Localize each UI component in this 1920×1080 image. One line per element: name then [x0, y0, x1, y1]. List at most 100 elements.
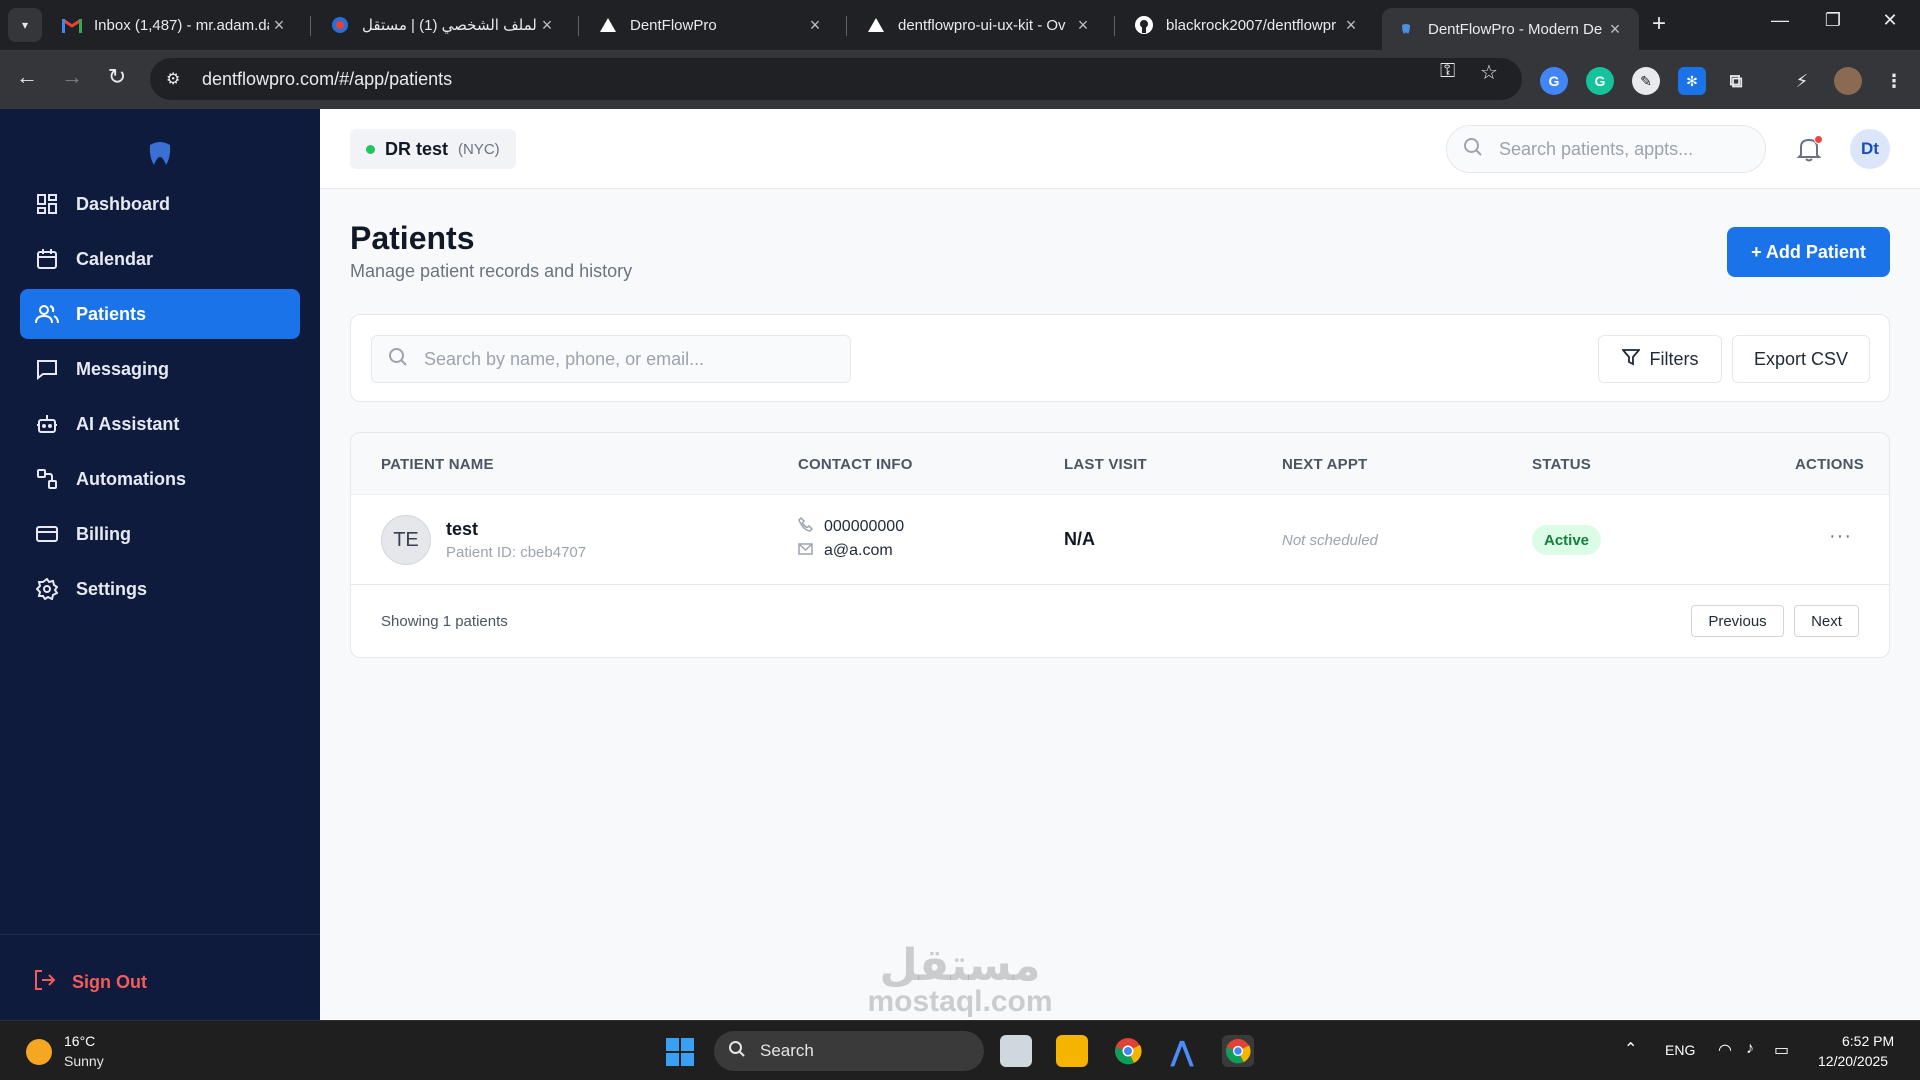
url-text[interactable]: dentflowpro.com/#/app/patients: [202, 69, 452, 90]
column-header-patient-name[interactable]: PATIENT NAME: [381, 456, 494, 473]
watermark-domain: mostaql.com: [867, 985, 1053, 1018]
forward-icon[interactable]: →: [57, 64, 87, 90]
global-search-input[interactable]: [1499, 138, 1749, 160]
tray-expand-icon[interactable]: ⌃: [1624, 1039, 1637, 1059]
browser-tab[interactable]: dentflowpro-ui-ux-kit - Ov ×: [852, 8, 1107, 42]
sidebar-item-patients[interactable]: Patients: [20, 289, 300, 339]
app-a-icon[interactable]: ⋀: [1166, 1035, 1198, 1067]
clock-date[interactable]: 12/20/2025: [1818, 1053, 1888, 1069]
user-avatar[interactable]: Dt: [1850, 129, 1890, 169]
browser-menu-icon[interactable]: ⋮: [1880, 67, 1908, 95]
close-icon[interactable]: ×: [269, 15, 289, 36]
patient-name[interactable]: test: [446, 519, 478, 540]
sun-weather-icon[interactable]: [26, 1039, 52, 1065]
site-info-icon[interactable]: ⚙: [166, 69, 188, 89]
column-header-last-visit[interactable]: LAST VISIT: [1064, 456, 1147, 473]
minimize-icon[interactable]: —: [1760, 10, 1800, 31]
table-header: PATIENT NAME CONTACT INFO LAST VISIT NEX…: [351, 433, 1889, 495]
close-icon[interactable]: ×: [1073, 15, 1093, 36]
status-badge: Active: [1532, 525, 1602, 555]
browser-tab[interactable]: DentFlowPro ×: [584, 8, 839, 42]
sidebar-item-ai-assistant[interactable]: AI Assistant: [20, 399, 300, 449]
add-patient-button[interactable]: + Add Patient: [1727, 227, 1890, 277]
gmail-icon: [62, 15, 82, 35]
sidebar-item-calendar[interactable]: Calendar: [20, 234, 300, 284]
grammarly-extension-icon[interactable]: G: [1586, 67, 1614, 95]
next-page-button[interactable]: Next: [1794, 605, 1859, 637]
sidebar-item-dashboard[interactable]: Dashboard: [20, 179, 300, 229]
chrome-icon[interactable]: [1112, 1035, 1144, 1067]
tab-title: dentflowpro-ui-ux-kit - Ov: [898, 16, 1066, 34]
sidebar-item-settings[interactable]: Settings: [20, 564, 300, 614]
close-icon[interactable]: ×: [1341, 15, 1361, 36]
patient-search[interactable]: [371, 335, 851, 383]
column-header-contact-info[interactable]: CONTACT INFO: [798, 456, 913, 473]
windows-start-icon[interactable]: [666, 1038, 694, 1066]
browser-tab[interactable]: Inbox (1,487) - mr.adam.da ×: [48, 8, 303, 42]
patient-id: Patient ID: cbeb4707: [446, 544, 587, 561]
profile-avatar-icon[interactable]: [1834, 67, 1862, 95]
back-icon[interactable]: ←: [12, 64, 42, 90]
extension-icon[interactable]: ✎: [1632, 67, 1660, 95]
extensions-puzzle-icon[interactable]: ⧉: [1722, 67, 1750, 95]
global-search[interactable]: [1446, 125, 1766, 173]
performance-icon[interactable]: ⚡: [1788, 67, 1816, 95]
filters-button[interactable]: Filters: [1598, 335, 1722, 383]
bookmark-star-icon[interactable]: ☆: [1480, 60, 1498, 85]
clinic-selector[interactable]: DR test (NYC): [350, 129, 516, 169]
sidebar-item-automations[interactable]: Automations: [20, 454, 300, 504]
pagination-summary: Showing 1 patients: [381, 613, 508, 630]
tab-search-button[interactable]: ▾: [8, 8, 42, 42]
vercel-icon: [598, 15, 618, 35]
tab-divider: [578, 16, 579, 36]
close-icon[interactable]: ×: [805, 15, 825, 36]
column-header-next-appt[interactable]: NEXT APPT: [1282, 456, 1367, 473]
column-header-status[interactable]: STATUS: [1532, 456, 1591, 473]
export-csv-button[interactable]: Export CSV: [1732, 335, 1870, 383]
browser-tab[interactable]: الملف الشخصي (1) | مستقل ×: [316, 8, 571, 42]
file-explorer-icon[interactable]: [1056, 1035, 1088, 1067]
restore-icon[interactable]: ❐: [1813, 10, 1853, 31]
window-close-icon[interactable]: ✕: [1870, 10, 1910, 31]
new-tab-button[interactable]: +: [1652, 10, 1666, 38]
clinic-location: (NYC): [458, 140, 500, 158]
tab-title: DentFlowPro - Modern De: [1428, 20, 1603, 38]
sidebar-divider: [0, 934, 320, 935]
chrome-profile-icon[interactable]: [1222, 1035, 1254, 1067]
task-view-icon[interactable]: [1000, 1035, 1032, 1067]
phone-value: 000000000: [824, 518, 905, 535]
tab-divider: [310, 16, 311, 36]
close-icon[interactable]: ×: [537, 15, 557, 36]
wifi-icon[interactable]: ◠: [1718, 1040, 1732, 1060]
address-bar[interactable]: ⚙ dentflowpro.com/#/app/patients: [150, 58, 1522, 100]
table-row[interactable]: TE test Patient ID: cbeb4707 000000000 a…: [351, 495, 1889, 585]
search-icon: [1463, 137, 1485, 162]
clock-time[interactable]: 6:52 PM: [1842, 1033, 1894, 1049]
tooth-logo-icon: [149, 142, 171, 165]
volume-icon[interactable]: ♪: [1746, 1040, 1754, 1058]
battery-icon[interactable]: ▭: [1774, 1040, 1789, 1060]
patient-avatar: TE: [381, 515, 431, 565]
sign-out-button[interactable]: Sign Out: [34, 969, 147, 996]
password-key-icon[interactable]: ⚿: [1440, 60, 1455, 83]
language-indicator[interactable]: ENG: [1665, 1042, 1695, 1058]
patient-search-input[interactable]: [424, 348, 844, 370]
browser-tab[interactable]: blackrock2007/dentflowpr ×: [1120, 8, 1375, 42]
sidebar-item-messaging[interactable]: Messaging: [20, 344, 300, 394]
windows-taskbar: 16°C Sunny Search ⋀ ⌃ ENG ◠ ♪ ▭ 6:52 PM …: [0, 1020, 1920, 1080]
filters-label: Filters: [1649, 348, 1699, 369]
browser-tab-active[interactable]: DentFlowPro - Modern De ×: [1382, 8, 1639, 50]
mail-icon: [798, 542, 814, 560]
row-actions-menu-icon[interactable]: ···: [1829, 525, 1852, 548]
taskbar-search-label: Search: [760, 1041, 814, 1060]
reload-icon[interactable]: ↻: [102, 64, 132, 90]
previous-page-button[interactable]: Previous: [1691, 605, 1784, 637]
clinic-name: DR test: [385, 138, 449, 159]
weather-temperature[interactable]: 16°C: [64, 1033, 95, 1049]
taskbar-search[interactable]: Search: [714, 1031, 984, 1071]
translate-extension-icon[interactable]: G: [1540, 67, 1568, 95]
extension-icon[interactable]: ✻: [1678, 67, 1706, 95]
weather-condition[interactable]: Sunny: [64, 1053, 104, 1069]
close-icon[interactable]: ×: [1605, 19, 1625, 40]
sidebar-item-billing[interactable]: Billing: [20, 509, 300, 559]
